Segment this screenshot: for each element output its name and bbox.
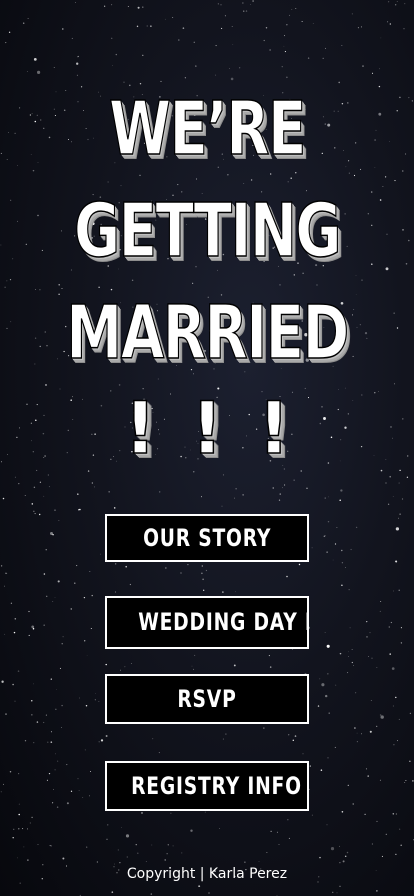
- our-story-label: OUR STORY: [142, 524, 272, 552]
- rsvp-label: RSVP: [177, 685, 237, 713]
- footer-copyright: Copyright | Karla Perez: [126, 866, 288, 882]
- rsvp-button[interactable]: RSVP: [105, 674, 309, 724]
- registry-info-button[interactable]: REGISTRY INFO: [105, 761, 309, 811]
- hero-headline: WE’RE GETTING MARRIED !!!: [0, 78, 414, 470]
- page: WE’RE GETTING MARRIED !!! OUR STORY WEDD…: [0, 0, 414, 896]
- wedding-day-info-button[interactable]: WEDDING DAY INFO: [105, 596, 309, 649]
- wedding-day-info-label: WEDDING DAY INFO: [138, 608, 307, 636]
- headline-exclamations: !!!: [123, 386, 325, 470]
- registry-info-label: REGISTRY INFO: [131, 772, 302, 800]
- headline-line-1: WE’RE: [108, 85, 307, 173]
- headline-line-3: MARRIED: [66, 289, 350, 377]
- our-story-button[interactable]: OUR STORY: [105, 514, 309, 562]
- headline-line-2: GETTING: [73, 187, 342, 275]
